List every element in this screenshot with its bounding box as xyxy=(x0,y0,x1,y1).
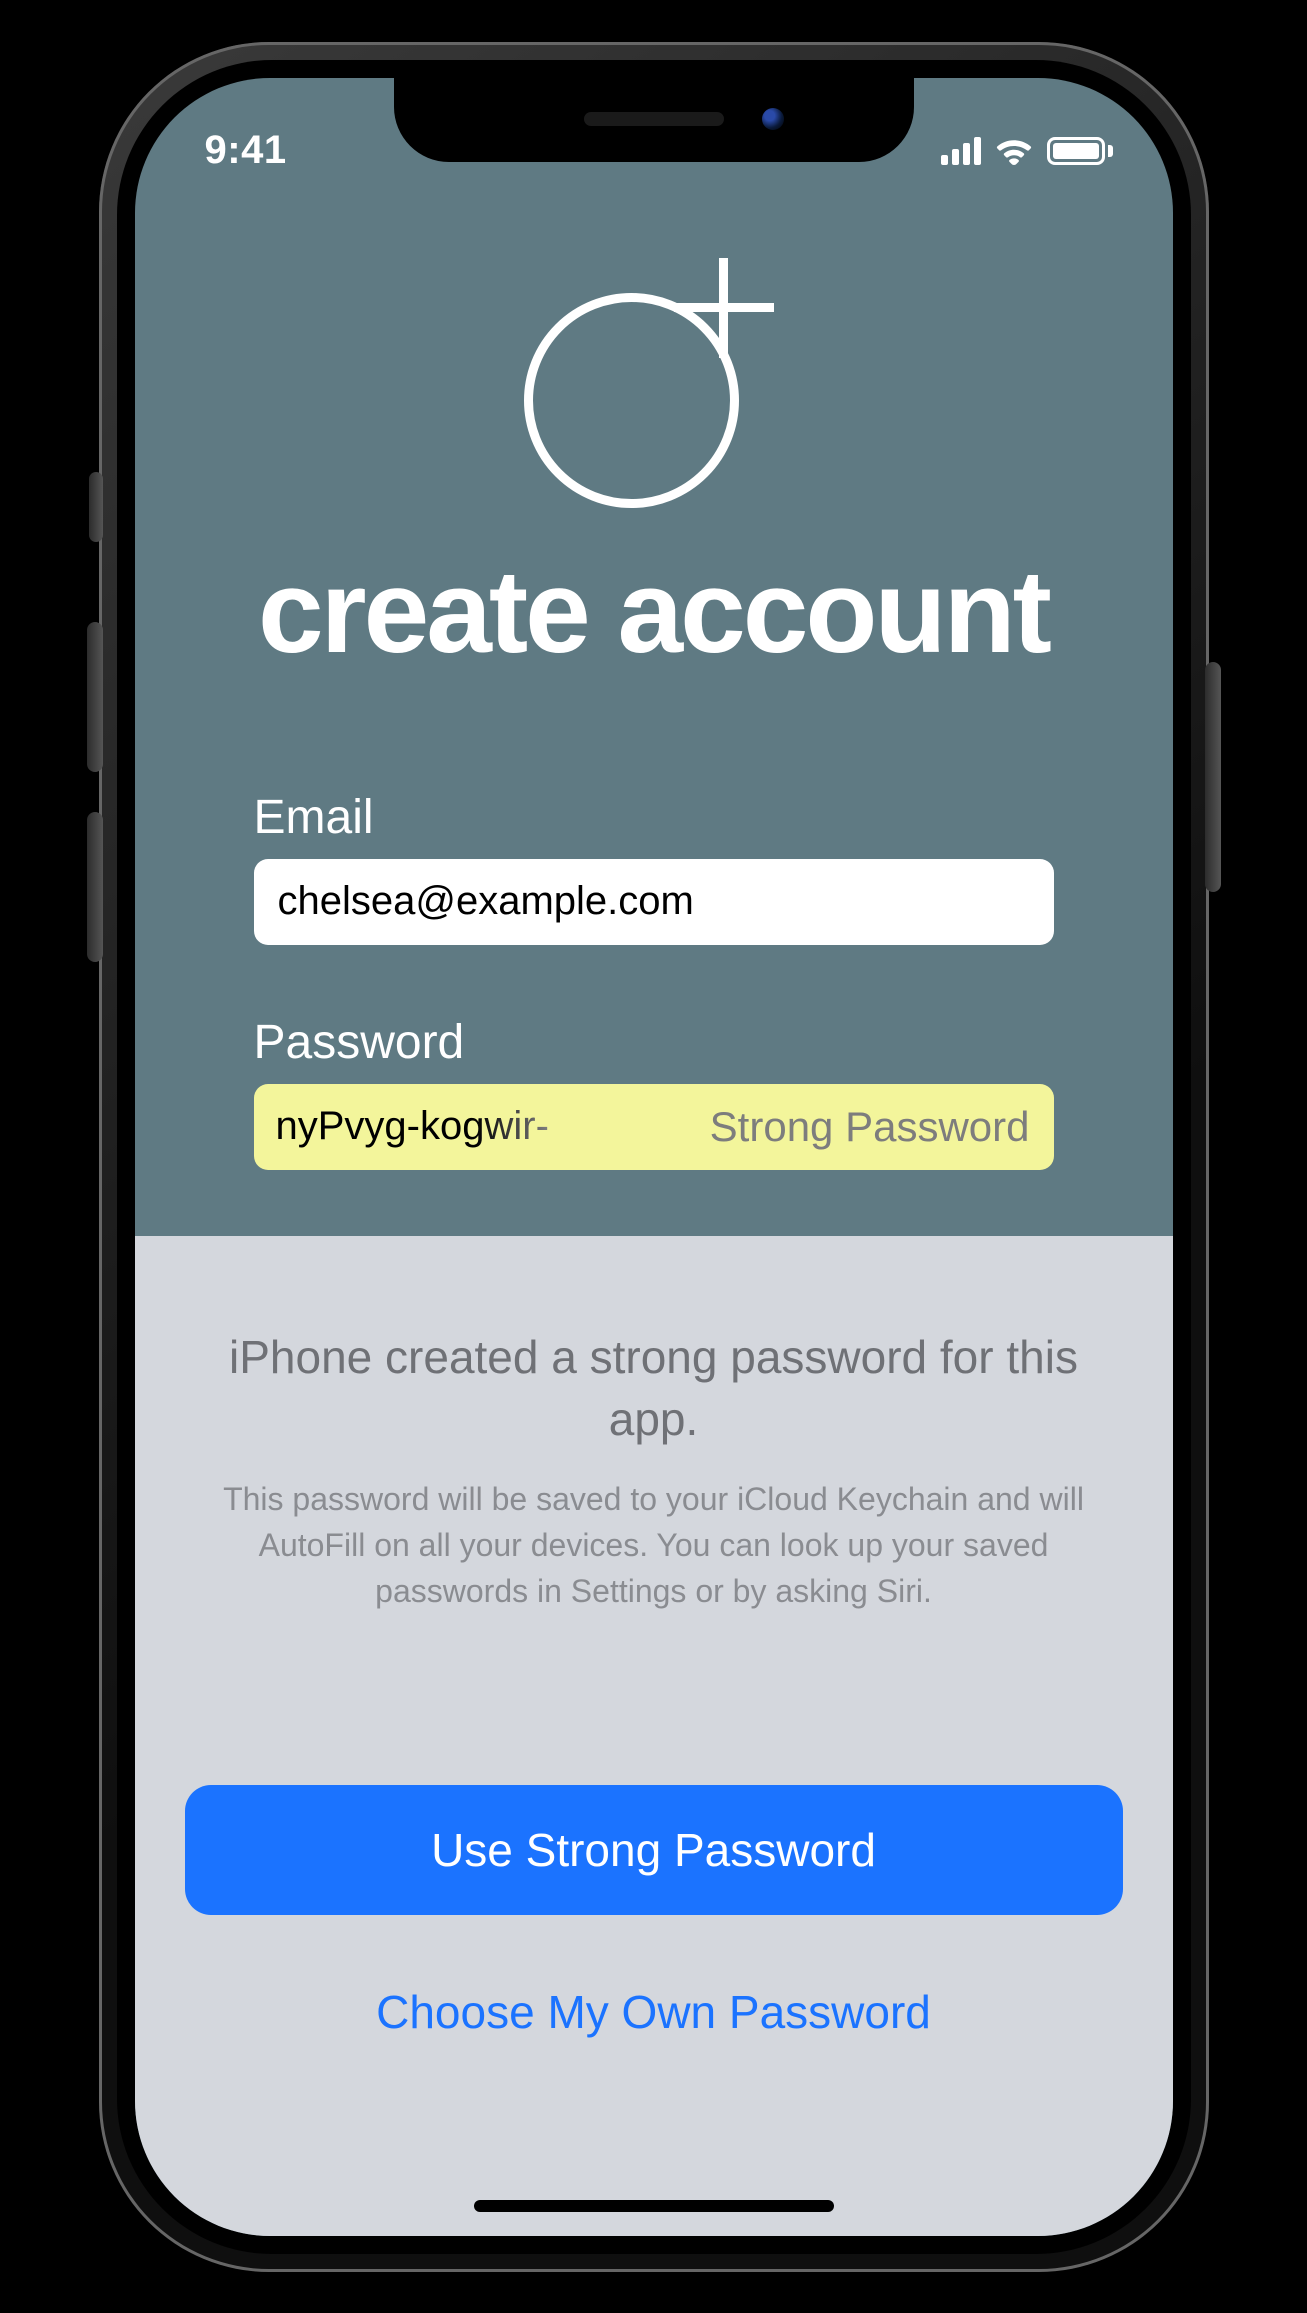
choose-own-password-button[interactable]: Choose My Own Password xyxy=(185,1985,1123,2039)
app-content: create account Email chelsea@example.com… xyxy=(135,188,1173,1330)
strong-password-sheet: iPhone created a strong password for thi… xyxy=(135,1236,1173,2236)
home-indicator[interactable] xyxy=(474,2200,834,2212)
cellular-signal-icon xyxy=(941,137,981,165)
phone-screen: 9:41 xyxy=(135,78,1173,2236)
silence-switch xyxy=(89,472,103,542)
battery-icon xyxy=(1047,137,1113,165)
email-label: Email xyxy=(254,790,1054,845)
password-strength-badge: Strong Password xyxy=(690,1103,1030,1151)
page-title: create account xyxy=(135,544,1173,680)
notch xyxy=(394,78,914,162)
password-label: Password xyxy=(254,1015,1054,1070)
sheet-subtitle: This password will be saved to your iClo… xyxy=(214,1476,1094,1615)
power-button xyxy=(1205,662,1221,892)
use-strong-password-button[interactable]: Use Strong Password xyxy=(185,1785,1123,1915)
password-field[interactable]: nyPvyg-kogwir- Strong Password xyxy=(254,1084,1054,1170)
volume-up-button xyxy=(87,622,103,772)
email-value: chelsea@example.com xyxy=(278,879,694,924)
front-camera xyxy=(762,108,784,130)
phone-frame: 9:41 xyxy=(99,42,1209,2272)
password-value: nyPvyg-kogwir- xyxy=(276,1104,690,1149)
sheet-title: iPhone created a strong password for thi… xyxy=(224,1326,1084,1450)
speaker-grille xyxy=(584,112,724,126)
app-logo-icon xyxy=(524,248,784,508)
email-field[interactable]: chelsea@example.com xyxy=(254,859,1054,945)
wifi-icon xyxy=(995,137,1033,165)
volume-down-button xyxy=(87,812,103,962)
status-time: 9:41 xyxy=(205,128,287,173)
